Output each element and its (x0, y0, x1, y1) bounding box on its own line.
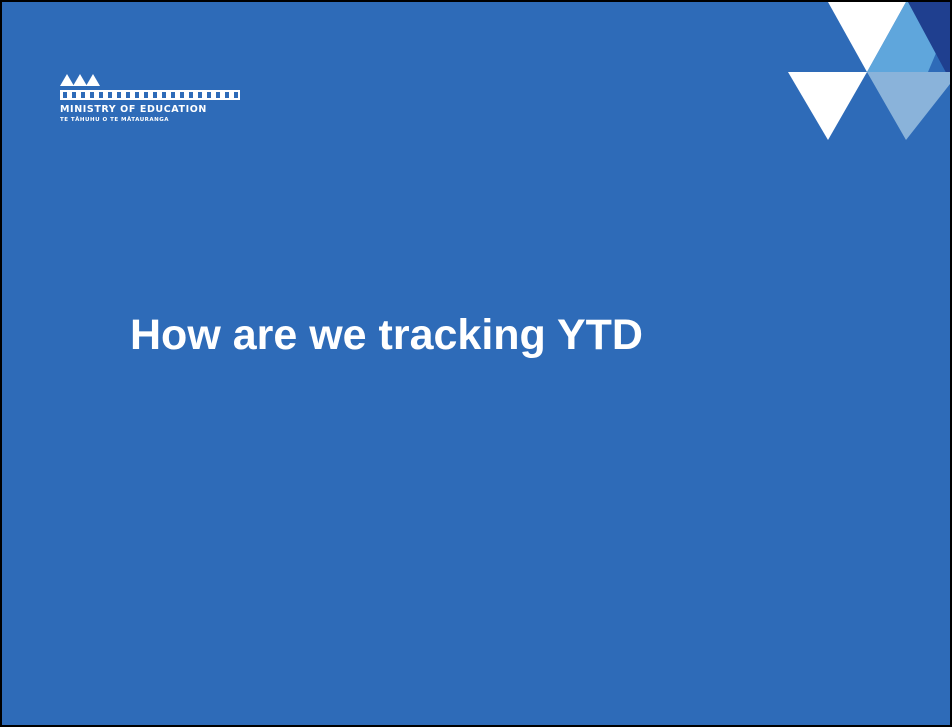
slide-title: How are we tracking YTD (130, 311, 643, 359)
mountain-ridges-icon (60, 74, 100, 86)
woven-pattern-icon (60, 90, 240, 100)
slide: MINISTRY OF EDUCATION TE TĀHUHU O TE MĀT… (0, 0, 952, 727)
ministry-logo: MINISTRY OF EDUCATION TE TĀHUHU O TE MĀT… (58, 70, 243, 132)
logo-ministry-name: MINISTRY OF EDUCATION (60, 104, 207, 115)
triangle-white-bottom (788, 72, 867, 140)
triangles-motif-icon (788, 2, 950, 140)
triangle-pale-blue-bottom (867, 72, 950, 140)
logo-maori-name: TE TĀHUHU O TE MĀTAURANGA (60, 117, 170, 123)
